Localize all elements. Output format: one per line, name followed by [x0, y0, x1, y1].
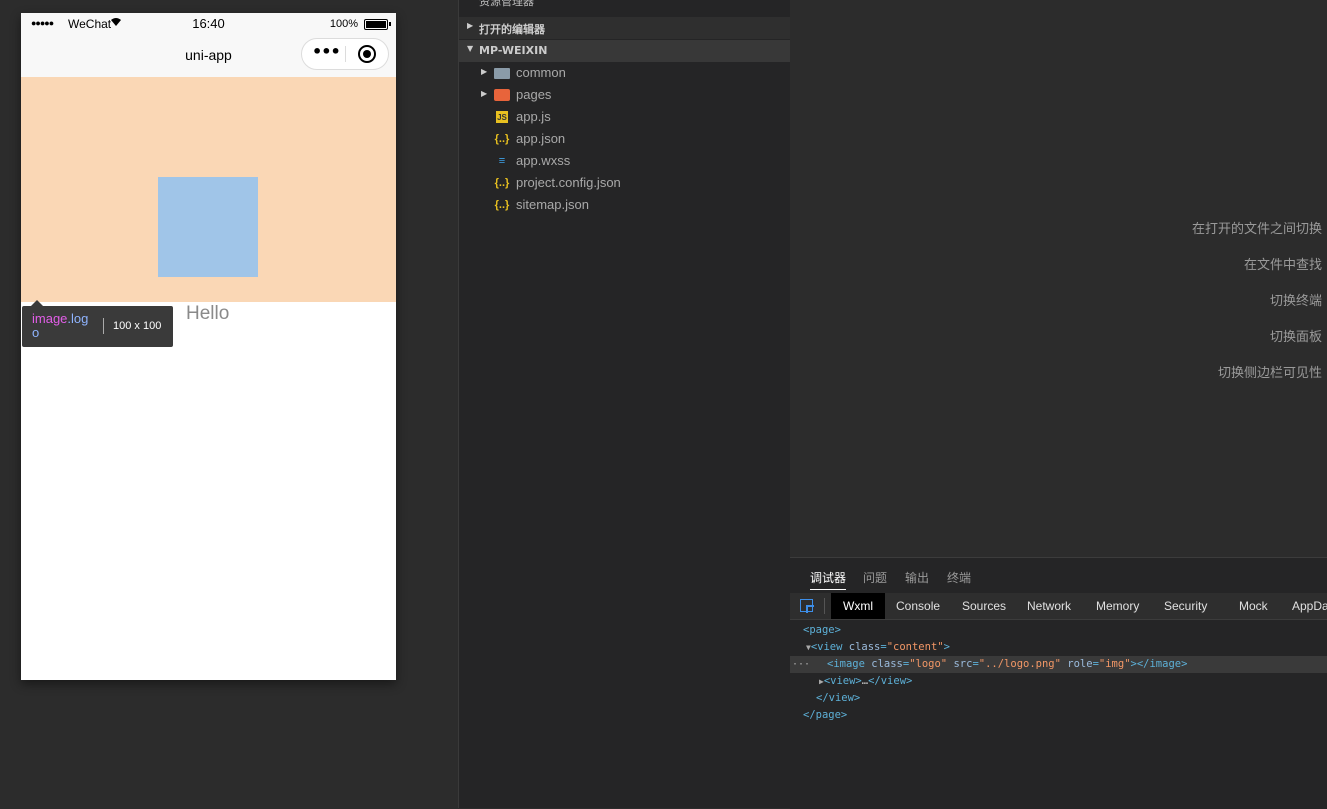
tab-debugger[interactable]: 调试器 [810, 569, 847, 590]
explorer-title: 资源管理器 [479, 0, 534, 8]
simulator-area: ●●●●● WeChat 16:40 100% uni-app ••• Hell… [0, 0, 458, 808]
file-name: app.js [516, 109, 551, 124]
shortcut-find-in-files: 在文件中查找 [1243, 258, 1322, 273]
json-file-icon: {..} [494, 177, 510, 189]
tab-mock[interactable]: Mock [1239, 593, 1268, 619]
tag-close: ></image> [1130, 658, 1188, 670]
chevron-right-icon: ▶ [467, 21, 474, 30]
attr-value: "img" [1098, 658, 1131, 670]
tag-text: </page> [803, 709, 848, 721]
file-name: project.config.json [516, 175, 621, 190]
devtools-toolbar: Wxml Console Sources Network Memory Secu… [790, 593, 1327, 620]
open-editors-section[interactable]: ▶ 打开的编辑器 [459, 17, 790, 39]
file-name: app.wxss [516, 153, 571, 168]
tree-item-app-js[interactable]: JS app.js [459, 106, 790, 128]
json-file-icon: {..} [494, 133, 510, 145]
file-name: common [516, 65, 566, 80]
tooltip-divider [103, 318, 104, 334]
shortcut-toggle-panel: 切换面板 [1269, 330, 1322, 345]
chevron-right-icon: ▶ [481, 67, 488, 76]
more-actions-icon[interactable]: ··· [761, 0, 772, 6]
tree-item-app-wxss[interactable]: ≡ app.wxss [459, 150, 790, 172]
tag-text: <image [827, 658, 865, 670]
debug-panel: 调试器 问题 输出 终端 Wxml Console Sources Networ… [790, 557, 1327, 809]
wxml-node-view-close[interactable]: </view> [790, 690, 1327, 707]
tree-item-sitemap-json[interactable]: {..} sitemap.json [459, 194, 790, 216]
inspect-element-icon[interactable] [800, 599, 814, 613]
navigation-bar: uni-app ••• [21, 35, 396, 77]
tab-console[interactable]: Console [896, 593, 940, 619]
tooltip-tag: image [32, 311, 68, 326]
shortcut-toggle-sidebar: 切换侧边栏可见性 [1217, 366, 1322, 381]
tab-network[interactable]: Network [1027, 593, 1071, 619]
attr-name: role [1067, 658, 1093, 670]
project-section[interactable]: ▼ MP-WEIXIN [459, 40, 790, 62]
tab-output[interactable]: 输出 [905, 569, 929, 586]
toolbar-divider [824, 598, 825, 614]
attr-name: src [953, 658, 973, 670]
battery-tip [389, 22, 391, 26]
tab-appdata[interactable]: AppData [1292, 593, 1327, 619]
tag-text: <page> [803, 624, 841, 636]
attr-value: "logo" [909, 658, 948, 670]
chevron-down-icon: ▼ [467, 44, 474, 53]
inspect-tooltip: image.logo 100 x 100 [22, 300, 173, 347]
wxml-node-view-content[interactable]: ▼<view class="content"> [790, 639, 1327, 656]
battery-icon [364, 19, 388, 30]
tab-memory[interactable]: Memory [1096, 593, 1139, 619]
attr-name: class [871, 658, 903, 670]
wxml-node-image-logo[interactable]: ··· <image class="logo" src="../logo.png"… [790, 656, 1327, 673]
status-bar: ●●●●● WeChat 16:40 100% [21, 13, 396, 35]
content-view[interactable] [21, 77, 396, 302]
tag-text: <view> [823, 675, 862, 687]
wxml-node-page-close[interactable]: </page> [790, 707, 1327, 724]
attr-value: "../logo.png" [978, 658, 1061, 670]
tree-item-common[interactable]: ▶ common [459, 62, 790, 84]
close-mini-program-icon[interactable] [358, 45, 376, 63]
tooltip-size: 100 x 100 [113, 320, 162, 332]
tree-item-app-json[interactable]: {..} app.json [459, 128, 790, 150]
file-name: app.json [516, 131, 566, 146]
tag-text: </view> [816, 692, 861, 704]
tab-sources[interactable]: Sources [962, 593, 1006, 619]
section-label: MP-WEIXIN [479, 44, 548, 57]
chevron-right-icon: ▶ [481, 89, 488, 98]
shortcut-toggle-terminal: 切换终端 [1269, 294, 1322, 309]
phone-simulator[interactable]: ●●●●● WeChat 16:40 100% uni-app ••• Hell… [21, 13, 396, 680]
attr-value: "content" [886, 641, 944, 653]
battery-percent: 100% [329, 18, 358, 30]
file-name: pages [516, 87, 552, 102]
hello-text: Hello [186, 303, 230, 324]
more-icon[interactable]: ••• [312, 42, 341, 61]
wxml-node-view-collapsed[interactable]: ▶<view>…</view> [790, 673, 1327, 690]
tab-terminal[interactable]: 终端 [947, 569, 971, 586]
tree-item-pages[interactable]: ▶ pages [459, 84, 790, 106]
editor-welcome-area: 在打开的文件之间切换 在文件中查找 切换终端 切换面板 切换侧边栏可见性 [790, 0, 1327, 557]
folder-icon [494, 68, 510, 79]
section-label: 打开的编辑器 [479, 23, 545, 36]
tree-item-project-config-json[interactable]: {..} project.config.json [459, 172, 790, 194]
more-dots-icon[interactable]: ··· [792, 656, 810, 673]
tab-issues[interactable]: 问题 [863, 569, 887, 586]
tooltip-selector: image.logo [32, 312, 94, 340]
attr-name: class [848, 641, 881, 653]
tag-bracket: > [943, 641, 950, 653]
shortcut-switch-files: 在打开的文件之间切换 [1191, 222, 1322, 237]
file-name: sitemap.json [516, 197, 589, 212]
js-file-icon: JS [496, 111, 508, 123]
json-file-icon: {..} [494, 199, 510, 211]
wxml-node-page[interactable]: <page> [790, 622, 1327, 639]
tab-wxml[interactable]: Wxml [831, 593, 885, 619]
menu-capsule: ••• [301, 38, 389, 70]
wxss-file-icon: ≡ [498, 155, 506, 167]
explorer-panel: 资源管理器 ··· ▶ 打开的编辑器 ▼ MP-WEIXIN ▶ common … [458, 0, 790, 808]
folder-pages-icon [494, 89, 510, 101]
tag-text: <view [810, 641, 843, 653]
capsule-divider [345, 46, 346, 62]
logo-image[interactable] [158, 177, 258, 277]
tab-security[interactable]: Security [1164, 593, 1207, 619]
tag-text: </view> [868, 675, 913, 687]
